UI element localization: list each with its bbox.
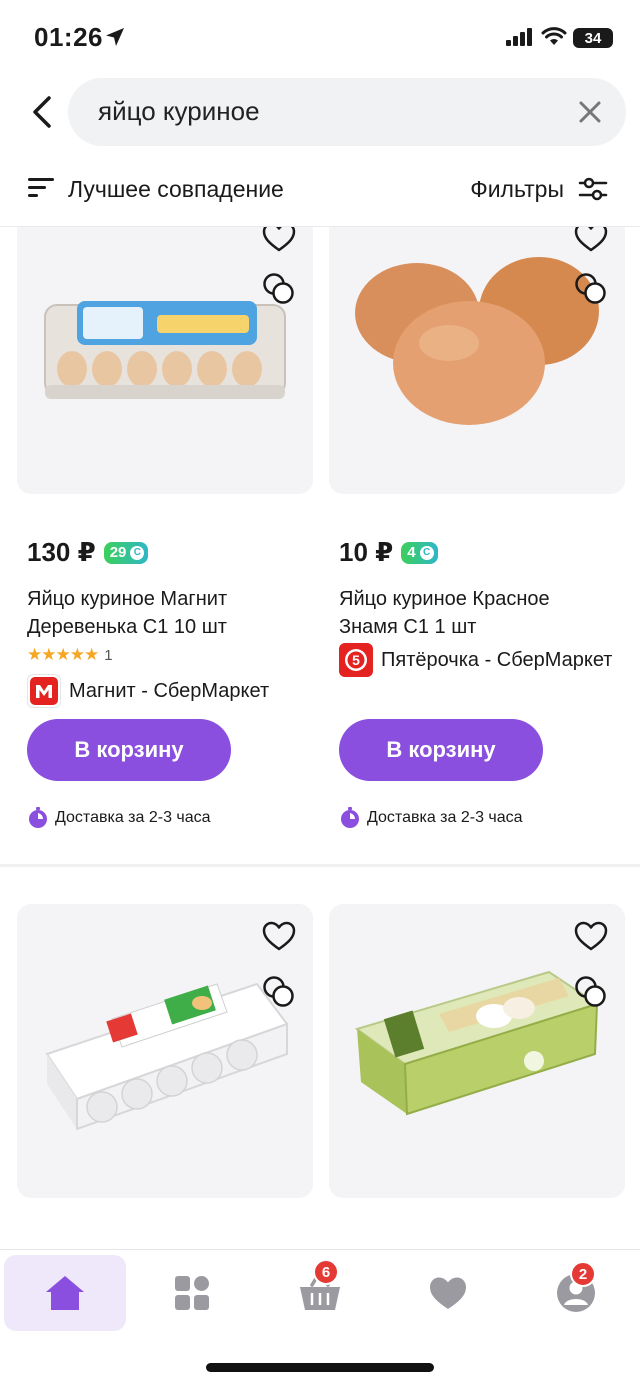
tab-home[interactable]: [4, 1255, 126, 1331]
star-icon: ★★★★★: [27, 645, 99, 664]
compare-icon[interactable]: [261, 974, 297, 1010]
search-input[interactable]: яйцо куриное: [68, 78, 626, 146]
delivery-info: Доставка за 2-3 часа: [339, 807, 523, 829]
product-image[interactable]: [329, 227, 625, 494]
clear-search-icon[interactable]: [576, 98, 604, 126]
sort-filter-bar: Лучшее совпадение Фильтры: [0, 164, 640, 216]
rating-count: 1: [104, 646, 113, 664]
product-image[interactable]: [17, 904, 313, 1198]
row-divider: [0, 864, 640, 867]
bonus-coin-icon: С: [419, 545, 434, 560]
bottom-tab-bar: 6 2: [0, 1249, 640, 1387]
bonus-badge: 29 С: [103, 541, 149, 564]
product-title[interactable]: Яйцо куриное Красное Знамя С1 1 шт: [339, 585, 619, 641]
add-to-cart-button[interactable]: В корзину: [27, 719, 231, 781]
tab-catalog[interactable]: [131, 1255, 253, 1331]
location-arrow-icon: [106, 28, 124, 46]
product-card[interactable]: 130 ₽ 29 С Яйцо куриное Магнит Деревенька…: [17, 227, 313, 847]
search-query: яйцо куриное: [98, 96, 260, 126]
store-name: Пятёрочка - СберМаркет: [381, 648, 613, 671]
status-time: 01:26: [34, 22, 103, 52]
battery-indicator: 34: [573, 28, 613, 48]
product-title-line: Деревенька С1 10 шт: [27, 616, 227, 638]
product-card[interactable]: 10 ₽ 4С Яйцо куриное Красное Знамя С1 1 …: [329, 227, 625, 847]
bonus-badge: 4С: [401, 541, 438, 564]
svg-text:5: 5: [352, 652, 360, 668]
product-title-line: Знамя С1 1 шт: [339, 616, 477, 638]
product-image[interactable]: [329, 904, 625, 1198]
timer-icon: [29, 807, 47, 828]
heart-outline-icon[interactable]: [573, 920, 609, 952]
delivery-info: Доставка за 2-3 часа: [27, 807, 211, 829]
product-title-line: Яйцо куриное Красное: [339, 588, 550, 610]
compare-icon[interactable]: [261, 271, 297, 307]
pyaterochka-logo-icon: 5: [339, 643, 373, 677]
product-card[interactable]: [17, 904, 313, 1249]
sort-button[interactable]: Лучшее совпадение: [68, 176, 284, 203]
store-row[interactable]: Магнит - СберМаркет: [27, 674, 313, 708]
bonus-coin-icon: С: [130, 545, 145, 560]
bonus-value: 4: [407, 544, 416, 561]
product-title[interactable]: Яйцо куриное Магнит Деревенька С1 10 шт: [27, 585, 307, 641]
home-icon: [46, 1276, 84, 1310]
search-header: яйцо куриное: [0, 78, 640, 148]
catalog-icon: [175, 1276, 209, 1310]
magnit-logo-icon: [27, 674, 61, 708]
product-title-line: Яйцо куриное Магнит: [27, 588, 228, 610]
status-bar: 01:26 34: [0, 0, 640, 76]
add-to-cart-button[interactable]: В корзину: [339, 719, 543, 781]
filter-sliders-icon[interactable]: [578, 174, 608, 204]
profile-notification-badge: 2: [570, 1261, 596, 1287]
compare-icon[interactable]: [573, 974, 609, 1010]
compare-icon[interactable]: [573, 271, 609, 307]
heart-outline-icon[interactable]: [261, 227, 297, 253]
delivery-text: Доставка за 2-3 часа: [55, 809, 211, 826]
rating: ★★★★★ 1: [27, 645, 113, 665]
tab-favorites[interactable]: [387, 1255, 509, 1331]
chevron-left-icon: [33, 96, 51, 128]
eggs-image: [329, 227, 625, 494]
product-card[interactable]: [329, 904, 625, 1249]
home-indicator[interactable]: [206, 1363, 434, 1372]
product-list[interactable]: 130 ₽ 29 С Яйцо куриное Магнит Деревенька…: [0, 227, 640, 1249]
tab-profile[interactable]: 2: [515, 1255, 637, 1331]
price-row: 10 ₽ 4С: [339, 537, 438, 568]
cellular-signal-icon: [506, 28, 532, 46]
price-row: 130 ₽ 29 С: [27, 537, 149, 568]
store-row[interactable]: 5 Пятёрочка - СберМаркет: [339, 643, 625, 677]
heart-outline-icon[interactable]: [261, 920, 297, 952]
back-button[interactable]: [22, 90, 62, 134]
timer-icon: [341, 807, 359, 828]
cart-count-badge: 6: [313, 1259, 339, 1285]
wifi-icon: [541, 27, 567, 45]
bonus-value: 29: [109, 544, 127, 561]
egg-carton-image: [17, 227, 313, 494]
delivery-text: Доставка за 2-3 часа: [367, 809, 523, 826]
filters-button[interactable]: Фильтры: [470, 176, 564, 203]
sort-icon[interactable]: [28, 176, 56, 200]
price: 130 ₽: [27, 537, 96, 567]
heart-icon: [430, 1277, 466, 1309]
product-image[interactable]: [17, 227, 313, 494]
tab-cart[interactable]: 6: [259, 1255, 381, 1331]
store-name: Магнит - СберМаркет: [69, 679, 270, 702]
price: 10 ₽: [339, 537, 394, 567]
heart-outline-icon[interactable]: [573, 227, 609, 253]
